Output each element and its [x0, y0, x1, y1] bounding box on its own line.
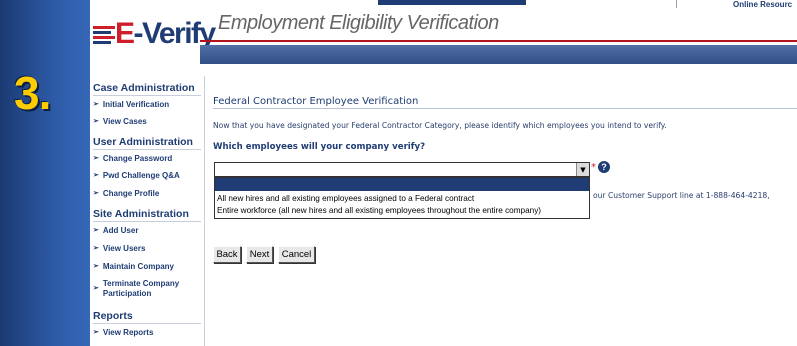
nav-item-view-reports[interactable]: ➢ View Reports [93, 328, 153, 338]
chevron-right-icon: ➢ [93, 190, 99, 197]
dropdown-option-blank-highlighted[interactable] [215, 178, 589, 191]
employees-select[interactable]: ▼ [214, 162, 590, 177]
nav-item-label: View Reports [102, 328, 154, 337]
chevron-right-icon: ➢ [93, 118, 99, 125]
nav-item-label: Terminate Company Participation [103, 279, 179, 299]
sidebar-nav: Case Administration ➢ Initial Verificatio… [90, 76, 204, 346]
everify-logo: E-Verify [93, 16, 216, 52]
cancel-button[interactable]: Cancel [278, 246, 315, 263]
top-divider [676, 0, 677, 8]
nav-item-label: Pwd Challenge Q&A [102, 171, 180, 180]
chevron-right-icon: ➢ [93, 285, 99, 292]
nav-heading-case-administration: Case Administration [93, 82, 201, 96]
employees-question-label: Which employees will your company verify… [213, 142, 426, 152]
nav-item-label: Change Profile [102, 189, 160, 198]
chevron-right-icon: ➢ [93, 172, 99, 179]
nav-item-label: View Cases [102, 117, 147, 126]
online-resources-link[interactable]: Online Resourc [733, 0, 792, 10]
sidebar-divider [204, 76, 205, 346]
nav-item-add-user[interactable]: ➢ Add User [93, 226, 138, 236]
nav-item-label: Add User [102, 226, 139, 235]
nav-heading-site-administration: Site Administration [93, 208, 201, 222]
page-title: Federal Contractor Employee Verification [213, 96, 419, 107]
help-icon[interactable]: ? [598, 161, 610, 173]
nav-item-label: Initial Verification [102, 100, 170, 109]
header-red-rule [200, 40, 797, 42]
required-marker: * [591, 162, 596, 173]
nav-item-pwd-challenge[interactable]: ➢ Pwd Challenge Q&A [93, 171, 180, 181]
nav-item-label: Maintain Company [102, 262, 174, 271]
nav-item-view-users[interactable]: ➢ View Users [93, 244, 145, 254]
nav-item-view-cases[interactable]: ➢ View Cases [93, 117, 147, 127]
logo-e: E [115, 17, 135, 50]
nav-item-change-password[interactable]: ➢ Change Password [93, 154, 172, 164]
chevron-right-icon: ➢ [93, 227, 99, 234]
dropdown-option-entire-workforce[interactable]: Entire workforce (all new hires and all … [217, 205, 541, 216]
chevron-right-icon: ➢ [93, 329, 99, 336]
nav-item-label-line2: Participation [102, 289, 152, 298]
nav-heading-user-administration: User Administration [93, 136, 201, 150]
site-tagline: Employment Eligibility Verification [218, 12, 499, 34]
chevron-right-icon: ➢ [93, 245, 99, 252]
nav-item-maintain-company[interactable]: ➢ Maintain Company [93, 262, 174, 272]
flag-stripes-icon [93, 22, 115, 46]
nav-item-label: Change Password [102, 154, 173, 163]
nav-item-initial-verification[interactable]: ➢ Initial Verification [93, 100, 169, 110]
nav-item-change-profile[interactable]: ➢ Change Profile [93, 189, 159, 199]
nav-item-terminate-company[interactable]: ➢ Terminate Company Participation [93, 279, 179, 299]
nav-item-label-line1: Terminate Company [102, 279, 180, 288]
header-blue-band [200, 45, 797, 64]
nav-item-label: View Users [102, 244, 146, 253]
employees-dropdown-list: All new hires and all existing employees… [214, 177, 590, 219]
chevron-right-icon: ➢ [93, 263, 99, 270]
chevron-right-icon: ➢ [93, 101, 99, 108]
step-number: 3. [14, 67, 51, 119]
support-text: our Customer Support line at 1-888-464-4… [593, 191, 770, 200]
slide-background [0, 0, 90, 346]
title-rule [213, 108, 797, 109]
dropdown-option-federal-contract[interactable]: All new hires and all existing employees… [217, 193, 474, 204]
nav-heading-reports: Reports [93, 310, 201, 324]
back-button[interactable]: Back [213, 246, 241, 263]
next-button[interactable]: Next [246, 246, 273, 263]
intro-text: Now that you have designated your Federa… [213, 121, 667, 130]
chevron-down-icon[interactable]: ▼ [576, 163, 589, 176]
top-tab-strip [378, 0, 526, 5]
chevron-right-icon: ➢ [93, 155, 99, 162]
